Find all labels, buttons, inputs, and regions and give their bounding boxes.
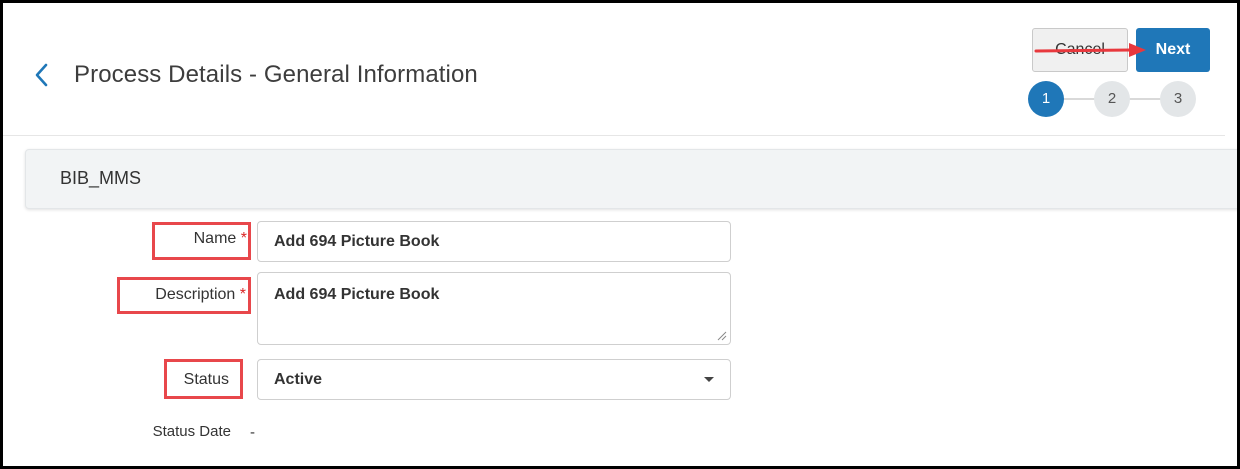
name-input-value: Add 694 Picture Book xyxy=(274,233,440,250)
section-header: BIB_MMS xyxy=(25,149,1237,209)
step-3[interactable]: 3 xyxy=(1160,81,1196,117)
status-select-value: Active xyxy=(274,371,323,388)
step-2[interactable]: 2 xyxy=(1094,81,1130,117)
section-title: BIB_MMS xyxy=(60,168,142,188)
description-label: Description * xyxy=(119,286,246,304)
description-textarea-value: Add 694 Picture Book xyxy=(274,286,440,303)
name-label: Name * xyxy=(155,230,247,248)
required-mark: * xyxy=(239,286,246,303)
status-select[interactable]: Active xyxy=(257,359,731,400)
app-frame: Process Details - General Information Ca… xyxy=(0,0,1240,469)
wizard-stepper: 1 2 3 xyxy=(1026,80,1198,118)
back-button[interactable] xyxy=(31,60,53,90)
status-date-label: Status Date xyxy=(152,423,231,440)
caret-down-icon[interactable] xyxy=(704,377,714,382)
step-1[interactable]: 1 xyxy=(1028,81,1064,117)
resize-handle-icon[interactable] xyxy=(717,331,727,341)
description-label-text: Description xyxy=(155,286,236,303)
status-label: Status xyxy=(173,371,229,389)
chevron-left-icon xyxy=(35,63,48,87)
page-header: Process Details - General Information Ca… xyxy=(3,3,1225,136)
next-button[interactable]: Next xyxy=(1136,28,1210,72)
required-mark: * xyxy=(240,230,247,247)
name-label-text: Name xyxy=(193,230,237,247)
cancel-button[interactable]: Cancel xyxy=(1032,28,1128,72)
status-date-value: - xyxy=(250,424,255,441)
status-label-text: Status xyxy=(183,371,229,388)
page-title: Process Details - General Information xyxy=(74,61,478,88)
name-input[interactable]: Add 694 Picture Book xyxy=(257,221,731,262)
description-textarea[interactable]: Add 694 Picture Book xyxy=(257,272,731,345)
